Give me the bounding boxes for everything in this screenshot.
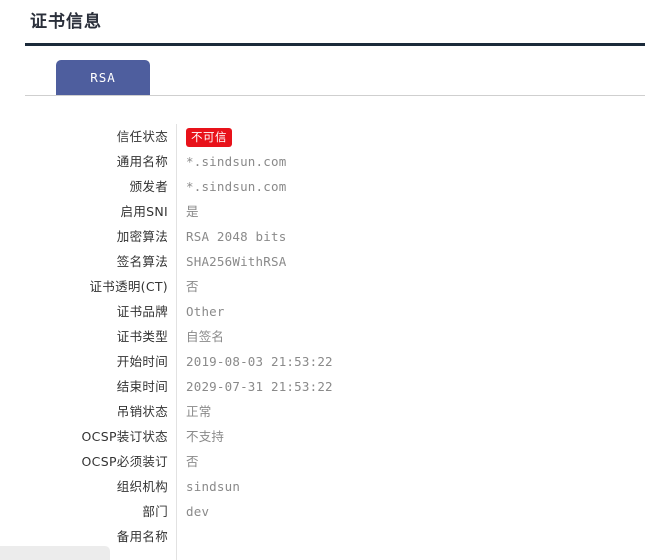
detail-row-value: 是 bbox=[186, 204, 199, 219]
detail-row-value: *.sindsun.com bbox=[186, 179, 287, 194]
tab-rsa[interactable]: RSA bbox=[56, 60, 150, 95]
detail-row-value: 不支持 bbox=[186, 429, 225, 444]
detail-row: 证书类型 自签名 bbox=[0, 324, 645, 349]
detail-row-label: 证书透明(CT) bbox=[89, 279, 168, 294]
detail-row-value: 否 bbox=[186, 454, 199, 469]
detail-row: 结束时间 2029-07-31 21:53:22 bbox=[0, 374, 645, 399]
detail-row-value: SHA256WithRSA bbox=[186, 254, 287, 269]
detail-row-value: 自签名 bbox=[186, 329, 225, 344]
detail-row: 签名算法 SHA256WithRSA bbox=[0, 249, 645, 274]
detail-row-label: 证书品牌 bbox=[116, 304, 168, 319]
detail-row: 部门 dev bbox=[0, 499, 645, 524]
detail-row-label: 签名算法 bbox=[116, 254, 168, 269]
detail-row-label: 通用名称 bbox=[116, 154, 168, 169]
detail-row-value: *.sindsun.com bbox=[186, 154, 287, 169]
detail-row: 启用SNI 是 bbox=[0, 199, 645, 224]
detail-row-label: OCSP必须装订 bbox=[81, 454, 168, 469]
detail-row-label: 颁发者 bbox=[129, 179, 168, 194]
page-header: 证书信息 bbox=[25, 0, 645, 46]
detail-row-label: 开始时间 bbox=[116, 354, 168, 369]
detail-row: 颁发者 *.sindsun.com bbox=[0, 174, 645, 199]
detail-row-value: 不可信 bbox=[186, 124, 232, 149]
detail-row: 加密算法 RSA 2048 bits bbox=[0, 224, 645, 249]
detail-row-label: 证书类型 bbox=[116, 329, 168, 344]
detail-row-label: 信任状态 bbox=[116, 129, 168, 144]
detail-row-value: sindsun bbox=[186, 479, 241, 494]
detail-row: 通用名称 *.sindsun.com bbox=[0, 149, 645, 174]
detail-row: 证书品牌 Other bbox=[0, 299, 645, 324]
status-badge: 不可信 bbox=[186, 128, 232, 147]
detail-row-value: RSA 2048 bits bbox=[186, 229, 287, 244]
detail-row-list: 信任状态 不可信通用名称 *.sindsun.com 颁发者 *.sindsun.com… bbox=[0, 124, 645, 549]
detail-row-label: 组织机构 bbox=[116, 479, 168, 494]
detail-row: OCSP装订状态 不支持 bbox=[0, 424, 645, 449]
browser-status-strip bbox=[0, 546, 110, 560]
detail-row: 证书透明(CT) 否 bbox=[0, 274, 645, 299]
detail-row-value: 否 bbox=[186, 279, 199, 294]
page-title: 证书信息 bbox=[30, 12, 102, 32]
detail-row: 信任状态 不可信 bbox=[0, 124, 645, 149]
detail-row-label: 结束时间 bbox=[116, 379, 168, 394]
title-underline-rule bbox=[25, 43, 645, 46]
detail-row-label: OCSP装订状态 bbox=[81, 429, 168, 444]
detail-row-value: 2029-07-31 21:53:22 bbox=[186, 379, 333, 394]
detail-row-label: 加密算法 bbox=[116, 229, 168, 244]
detail-row-value: Other bbox=[186, 304, 225, 319]
certificate-detail-panel: 信任状态 不可信通用名称 *.sindsun.com 颁发者 *.sindsun.com… bbox=[0, 110, 645, 560]
detail-row: 吊销状态 正常 bbox=[0, 399, 645, 424]
tab-bar: RSA bbox=[25, 60, 645, 96]
detail-row-label: 部门 bbox=[142, 504, 168, 519]
detail-row: 组织机构 sindsun bbox=[0, 474, 645, 499]
detail-row-value: 2019-08-03 21:53:22 bbox=[186, 354, 333, 369]
detail-row-value: 正常 bbox=[186, 404, 212, 419]
detail-row: 开始时间 2019-08-03 21:53:22 bbox=[0, 349, 645, 374]
detail-row: OCSP必须装订 否 bbox=[0, 449, 645, 474]
detail-row-label: 启用SNI bbox=[120, 204, 168, 219]
detail-row-label: 吊销状态 bbox=[116, 404, 168, 419]
detail-row-value: dev bbox=[186, 504, 210, 519]
